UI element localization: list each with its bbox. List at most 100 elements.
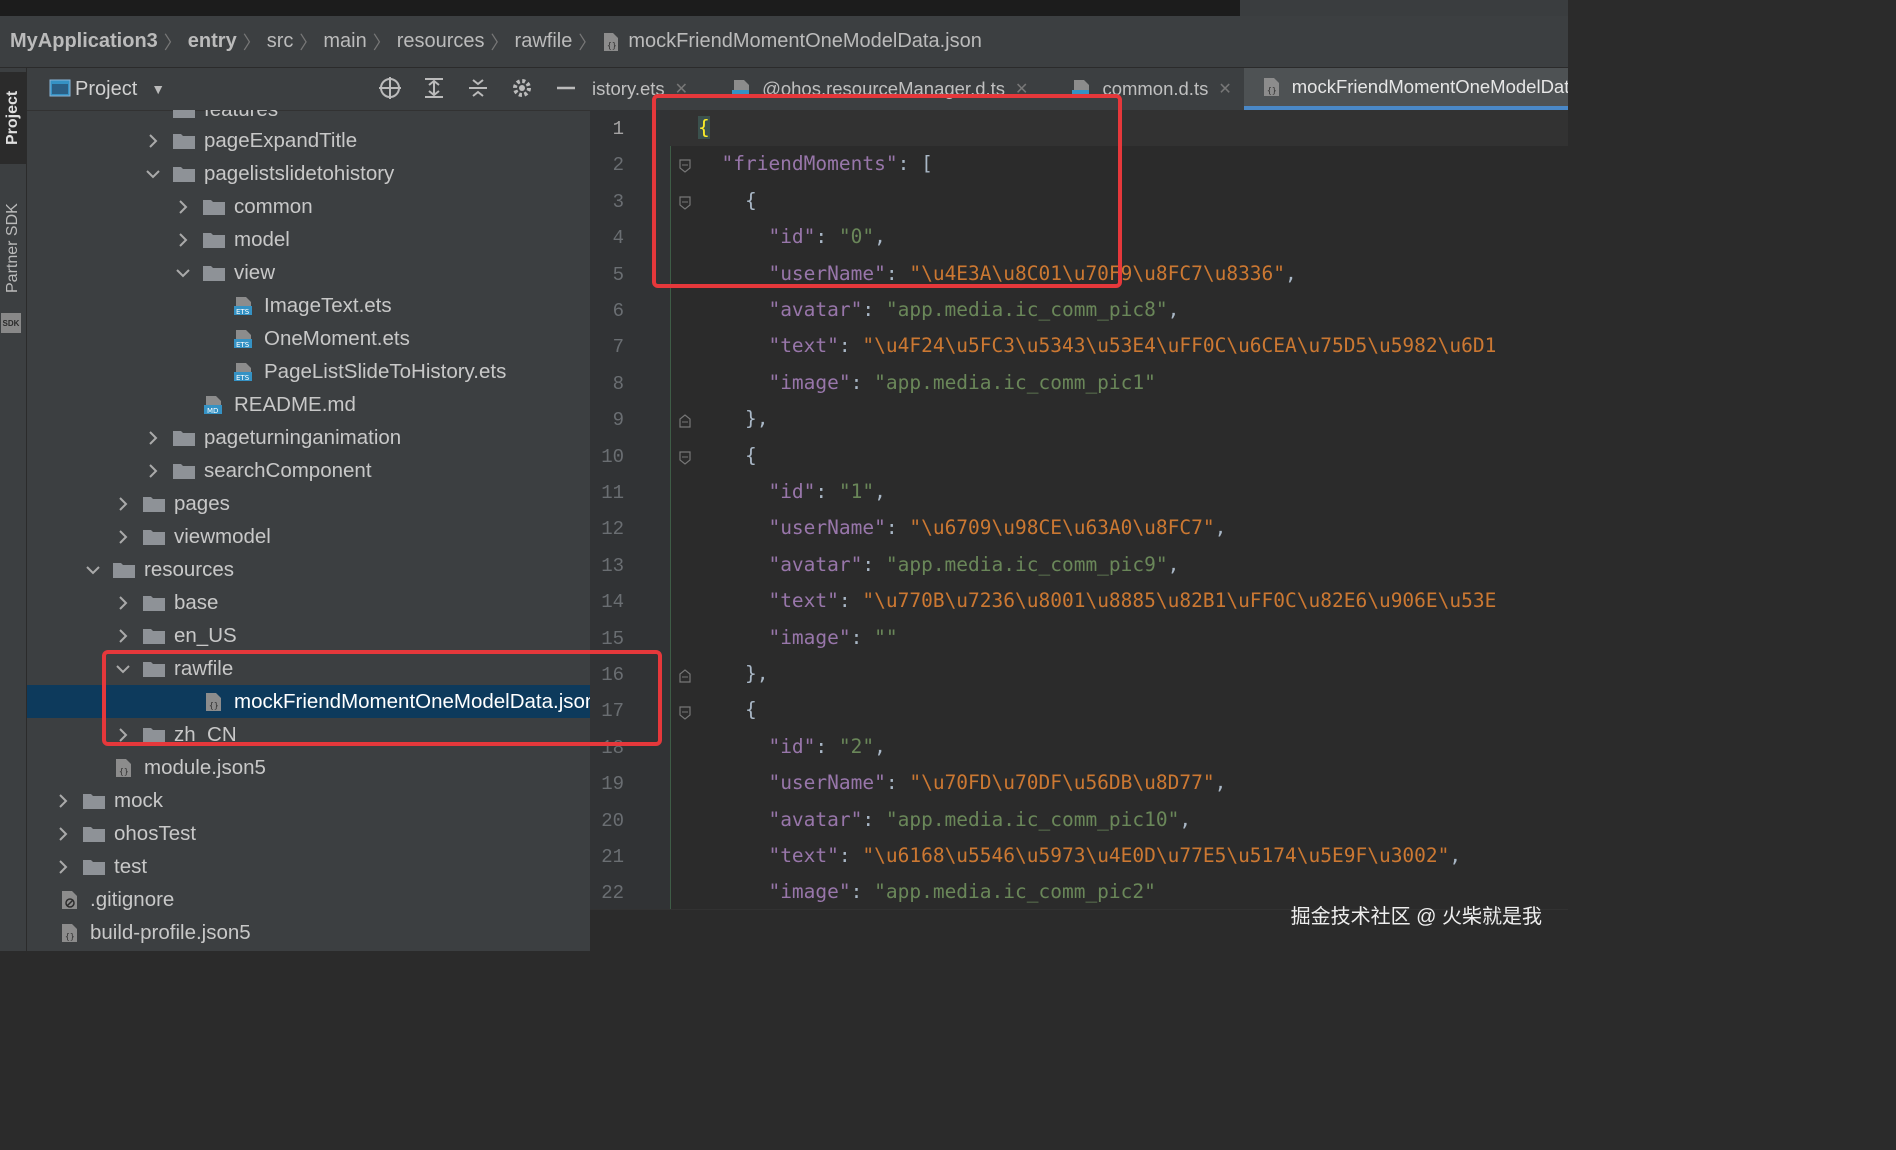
close-icon[interactable]: ✕ <box>1015 79 1028 99</box>
partner-sdk-tool-tab[interactable]: Partner SDK <box>0 188 26 308</box>
chevron-right-icon[interactable] <box>114 495 132 513</box>
chevron-right-icon[interactable] <box>54 825 72 843</box>
project-tool-tab[interactable]: Project <box>0 72 26 164</box>
unfold-end-icon[interactable] <box>679 414 691 428</box>
tree-item[interactable]: pageExpandTitle <box>27 124 590 157</box>
tree-item[interactable]: pages <box>27 487 590 520</box>
tree-item[interactable]: view <box>27 256 590 289</box>
tree-item[interactable]: .gitignore <box>27 883 590 916</box>
svg-text:{}: {} <box>1267 86 1277 95</box>
tree-item-selected[interactable]: {} mockFriendMomentOneModelData.json <box>27 685 590 718</box>
locate-icon[interactable] <box>376 74 404 102</box>
chevron-right-icon[interactable] <box>144 462 162 480</box>
line-number-gutter: 1 2 3 4 5 6 7 8 9 10 11 12 13 14 15 16 1… <box>590 110 691 951</box>
tree-item[interactable]: ohosTest <box>27 817 590 850</box>
svg-text:{}: {} <box>65 932 75 941</box>
project-view-selector[interactable]: Project <box>75 78 137 101</box>
breadcrumb-item[interactable]: MyApplication3 <box>10 30 158 53</box>
collapse-all-icon[interactable] <box>464 74 492 102</box>
tree-item[interactable]: model <box>27 223 590 256</box>
code-line: "friendMoments": [ <box>721 152 933 175</box>
tab-mock-json[interactable]: {} mockFriendMomentOneModelData. <box>1243 68 1568 110</box>
code-line: "avatar": "app.media.ic_comm_pic9", <box>768 553 1180 576</box>
gear-icon[interactable] <box>508 74 536 102</box>
folder-icon <box>143 529 165 545</box>
json-file-icon: {} <box>604 32 619 51</box>
fold-icon[interactable] <box>679 196 691 210</box>
folder-icon <box>83 793 105 809</box>
code-content[interactable]: { "friendMoments": [ { "id": "0", "userN… <box>698 110 1496 903</box>
chevron-right-icon[interactable] <box>54 792 72 810</box>
chevron-down-icon[interactable] <box>84 561 102 579</box>
breadcrumb-item[interactable]: src <box>267 30 294 53</box>
code-line: "image": "" <box>768 626 898 649</box>
tree-item[interactable]: ETS OneMoment.ets <box>27 322 590 355</box>
close-icon[interactable]: ✕ <box>675 79 688 99</box>
folder-icon <box>173 430 195 446</box>
line-number: 19 <box>601 773 624 795</box>
close-icon[interactable]: ✕ <box>1218 79 1231 99</box>
chevron-down-icon[interactable] <box>174 264 192 282</box>
breadcrumb-item[interactable]: resources <box>397 30 485 53</box>
code-line: }, <box>744 662 769 685</box>
tree-item[interactable]: en_US <box>27 619 590 652</box>
code-line: "image": "app.media.ic_comm_pic2" <box>768 880 1156 903</box>
tree-item[interactable]: pagelistslidetohistory <box>27 157 590 190</box>
fold-icon[interactable] <box>679 706 691 720</box>
tree-item[interactable]: rawfile <box>27 652 590 685</box>
json-file-icon: {} <box>116 758 131 777</box>
tree-item[interactable]: base <box>27 586 590 619</box>
tree-item[interactable]: common <box>27 190 590 223</box>
tree-item[interactable]: {} build-profile.json5 <box>27 916 590 949</box>
tab-resource-manager[interactable]: @ohos.resourceManager.d.ts ✕ <box>700 68 1040 110</box>
chevron-right-icon[interactable] <box>174 198 192 216</box>
chevron-down-icon[interactable] <box>114 660 132 678</box>
chevron-right-icon[interactable] <box>114 627 132 645</box>
tree-item[interactable]: test <box>27 850 590 883</box>
code-line: "userName": "\u4E3A\u8C01\u70F9\u8FC7\u8… <box>768 262 1297 285</box>
tree-item[interactable]: viewmodel <box>27 520 590 553</box>
tab-common-d-ts[interactable]: common.d.ts ✕ <box>1040 68 1243 110</box>
expand-all-icon[interactable] <box>420 74 448 102</box>
chevron-right-icon[interactable] <box>144 429 162 447</box>
chevron-right-icon[interactable] <box>54 858 72 876</box>
tab-history-ets[interactable]: istory.ets ✕ <box>590 68 700 110</box>
sdk-badge: SDK <box>1 313 21 333</box>
chevron-right-icon[interactable] <box>144 132 162 150</box>
breadcrumb-item[interactable]: entry <box>188 30 237 53</box>
line-number: 9 <box>612 409 624 431</box>
hide-panel-icon[interactable] <box>552 74 580 102</box>
fold-icon[interactable] <box>679 451 691 465</box>
svg-text:{}: {} <box>119 767 129 776</box>
folder-icon <box>173 133 195 149</box>
tree-item[interactable]: ETS ImageText.ets <box>27 289 590 322</box>
breadcrumb-item[interactable]: mockFriendMomentOneModelData.json <box>628 30 982 53</box>
tree-item[interactable]: MD README.md <box>27 388 590 421</box>
project-view-icon <box>49 79 71 97</box>
left-tool-strip: Project Partner SDK SDK <box>0 68 27 951</box>
tree-item[interactable]: zh_CN <box>27 718 590 751</box>
chevron-right-icon[interactable] <box>114 528 132 546</box>
current-line-highlight <box>670 110 1568 146</box>
tree-item[interactable]: pageturninganimation <box>27 421 590 454</box>
line-number: 5 <box>612 264 624 286</box>
chevron-right-icon[interactable] <box>174 231 192 249</box>
tree-item[interactable]: mock <box>27 784 590 817</box>
line-number: 12 <box>601 518 624 540</box>
code-line: "id": "1", <box>768 480 886 503</box>
folder-icon <box>173 110 195 118</box>
chevron-right-icon[interactable] <box>114 594 132 612</box>
ets-file-icon: ETS <box>234 362 252 382</box>
unfold-end-icon[interactable] <box>679 669 691 683</box>
breadcrumb-item[interactable]: main <box>323 30 366 53</box>
chevron-down-icon[interactable]: ▼ <box>151 81 165 97</box>
breadcrumb-item[interactable]: rawfile <box>515 30 573 53</box>
chevron-down-icon[interactable] <box>144 165 162 183</box>
svg-text:{}: {} <box>209 701 219 710</box>
tree-item[interactable]: resources <box>27 553 590 586</box>
tree-item[interactable]: ETS PageListSlideToHistory.ets <box>27 355 590 388</box>
tree-item[interactable]: searchComponent <box>27 454 590 487</box>
tree-item[interactable]: {} module.json5 <box>27 751 590 784</box>
fold-icon[interactable] <box>679 159 691 173</box>
chevron-right-icon[interactable] <box>114 726 132 744</box>
